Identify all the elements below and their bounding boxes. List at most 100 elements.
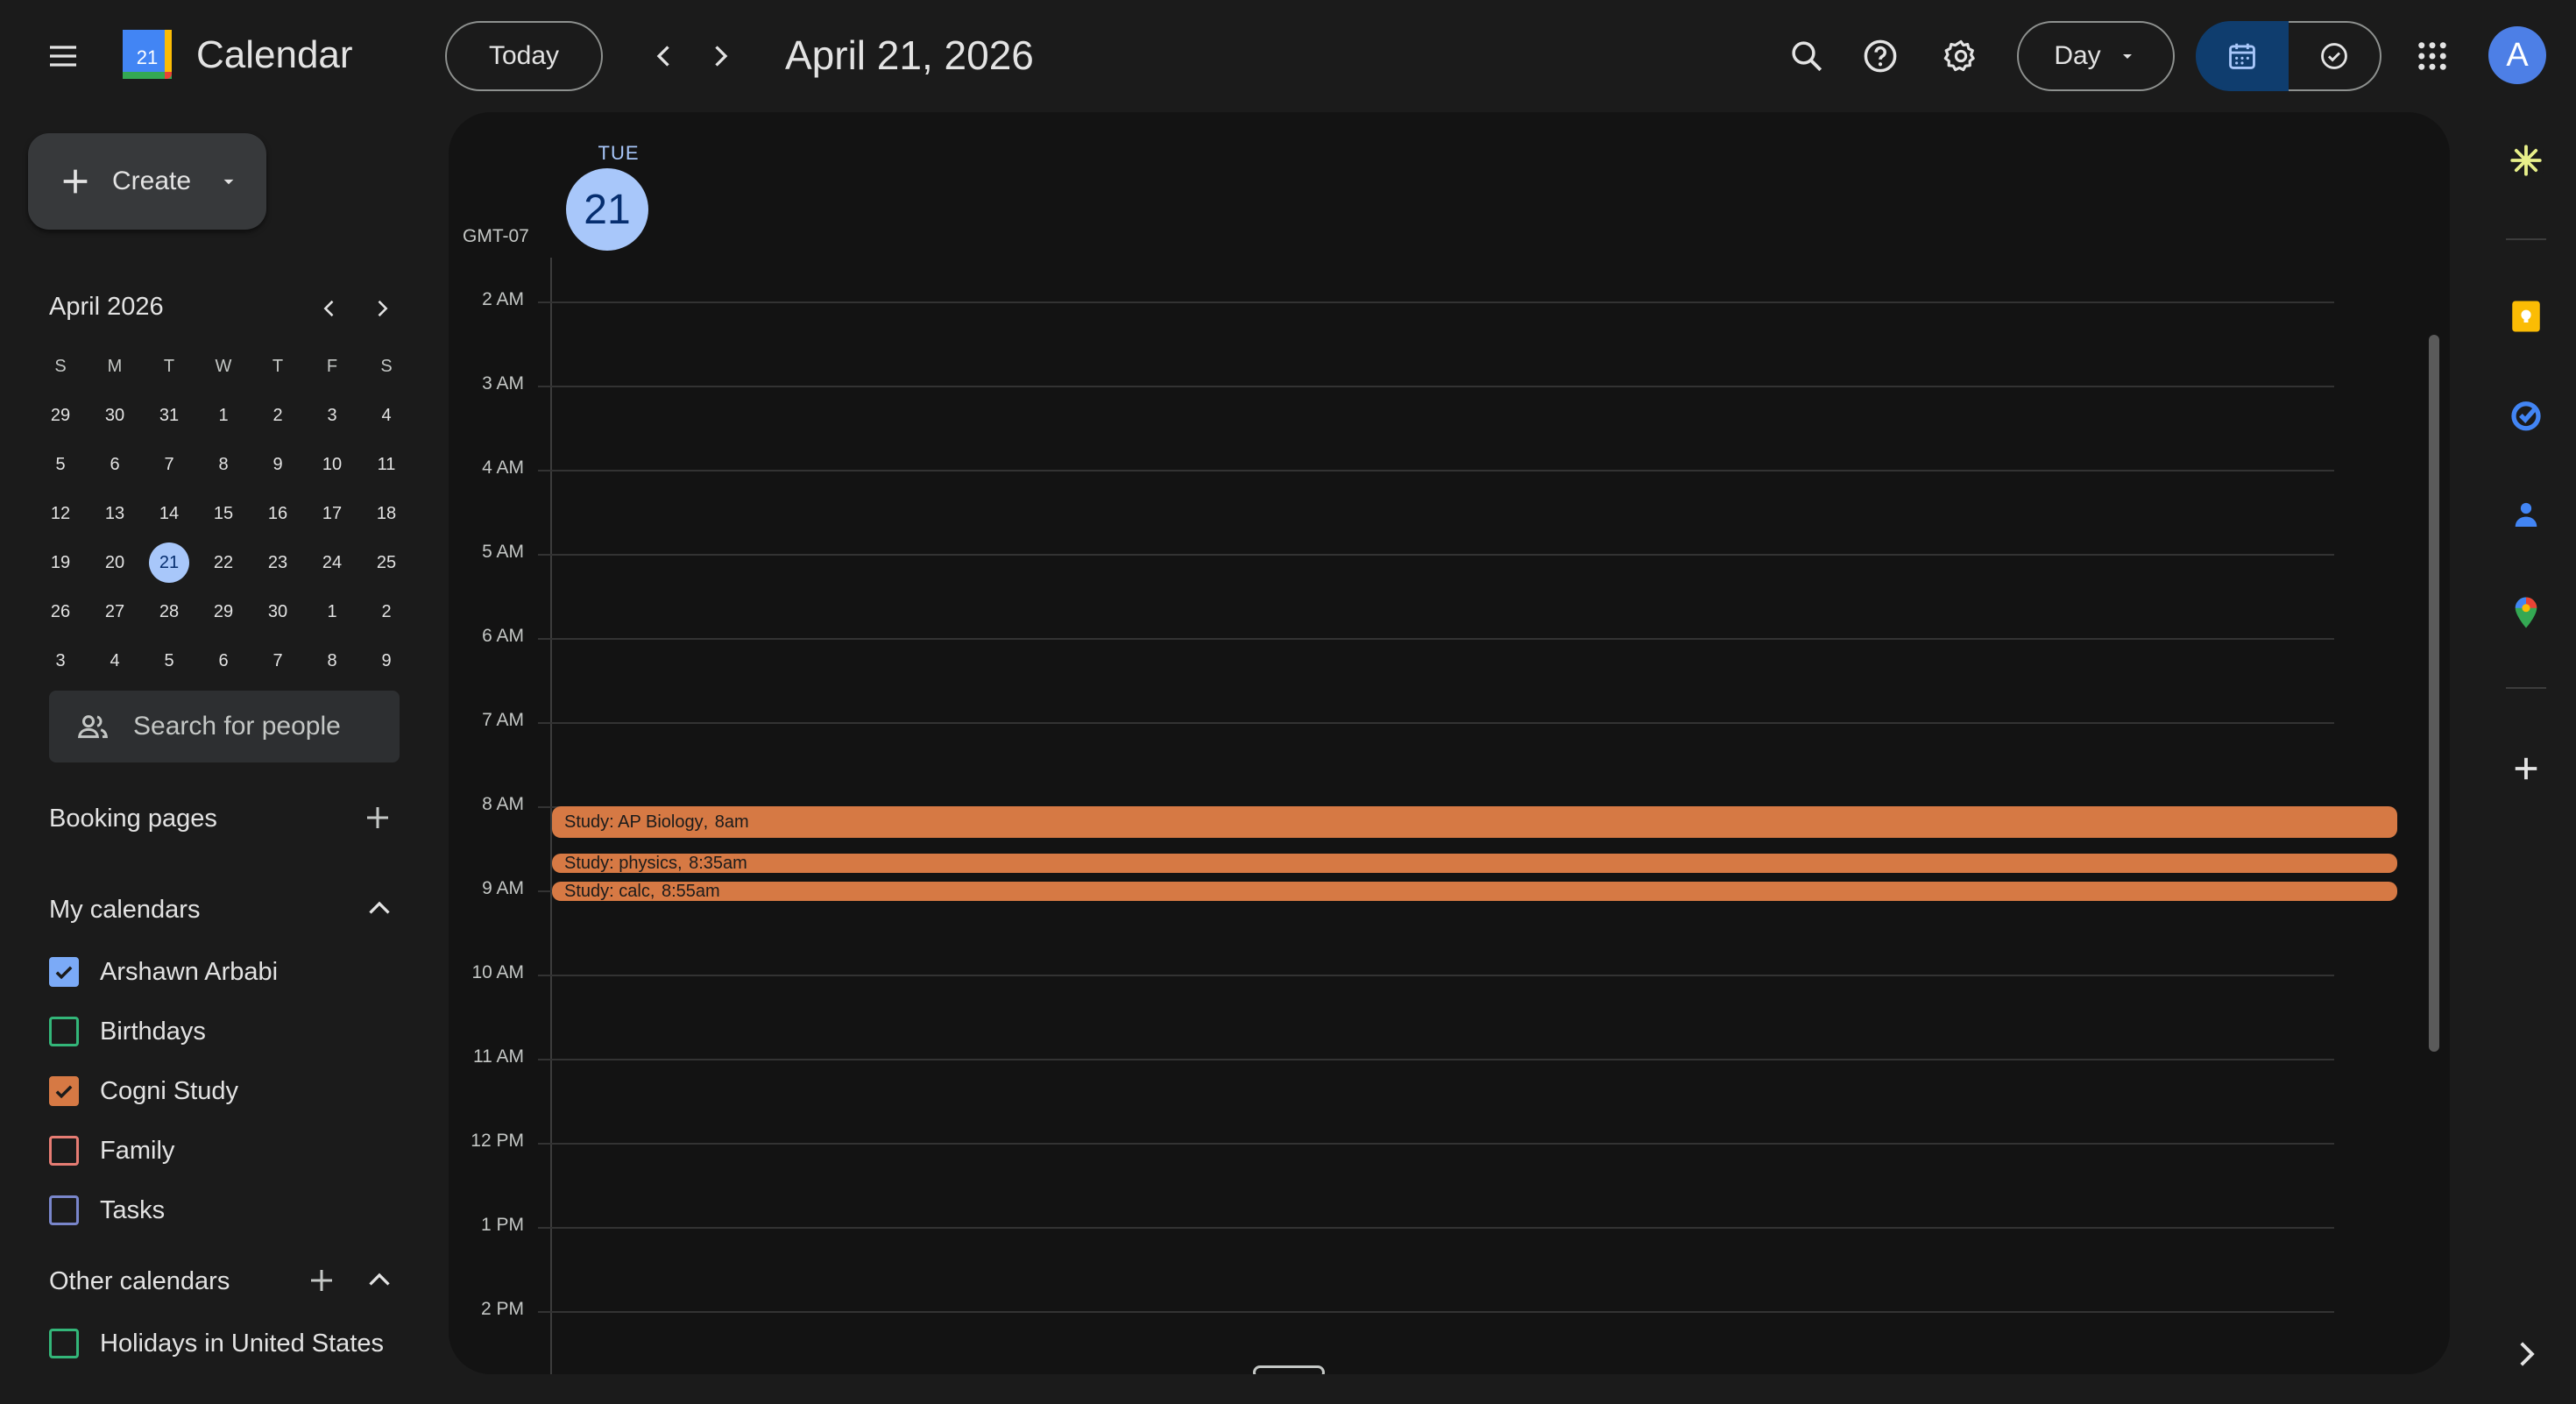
calendar-list-item[interactable]: Tasks xyxy=(49,1195,165,1225)
keep-notes-icon[interactable] xyxy=(2504,294,2548,338)
mini-calendar-day[interactable]: 12 xyxy=(33,489,88,538)
mini-calendar-weekday: T xyxy=(163,356,175,376)
mini-calendar-day[interactable]: 30 xyxy=(251,587,305,636)
mini-calendar-day[interactable]: 1 xyxy=(196,391,251,440)
mini-calendar-day[interactable]: 16 xyxy=(251,489,305,538)
search-people-field[interactable]: Search for people xyxy=(49,691,400,762)
mini-calendar-day[interactable]: 19 xyxy=(33,538,88,587)
mini-calendar-day[interactable]: 9 xyxy=(359,636,414,685)
google-apps-icon[interactable] xyxy=(2406,30,2459,82)
calendar-list-item[interactable]: Arshawn Arbabi xyxy=(49,957,278,987)
day-view-grid[interactable]: TUE 21 GMT-07 2 AM 3 AM 4 AM 5 AM 6 AM 7 AM 8 … xyxy=(449,112,2450,1374)
mini-calendar-day[interactable]: 3 xyxy=(305,391,359,440)
mini-calendar-day[interactable]: 6 xyxy=(88,440,142,489)
mini-calendar-day[interactable]: 5 xyxy=(142,636,196,685)
mini-calendar-day[interactable]: 10 xyxy=(305,440,359,489)
mini-calendar-day[interactable]: 27 xyxy=(88,587,142,636)
checkbox-unchecked-icon[interactable] xyxy=(49,1136,79,1166)
mini-calendar-day[interactable]: 29 xyxy=(33,391,88,440)
mini-calendar-day[interactable]: 2 xyxy=(251,391,305,440)
vertical-scrollbar[interactable] xyxy=(2429,335,2439,1052)
help-icon[interactable] xyxy=(1854,30,1907,82)
checkbox-unchecked-icon[interactable] xyxy=(49,1017,79,1046)
calendar-event[interactable]: Study: calc, 8:55am xyxy=(552,882,2397,901)
checkbox-unchecked-icon[interactable] xyxy=(49,1329,79,1358)
other-calendars-title[interactable]: Other calendars xyxy=(49,1267,230,1296)
mini-calendar-day-label: 8 xyxy=(218,454,229,474)
create-button[interactable]: Create xyxy=(28,133,266,230)
mini-calendar-day[interactable]: 6 xyxy=(196,636,251,685)
mini-calendar-day[interactable]: 22 xyxy=(196,538,251,587)
mini-calendar-day[interactable]: 1 xyxy=(305,587,359,636)
mini-calendar-day[interactable]: 31 xyxy=(142,391,196,440)
add-booking-page-icon[interactable] xyxy=(356,796,400,840)
view-selector-dropdown[interactable]: Day xyxy=(2017,21,2175,91)
mini-calendar-day[interactable]: 3 xyxy=(33,636,88,685)
mini-calendar-day[interactable]: 5 xyxy=(33,440,88,489)
calendar-list-item[interactable]: Holidays in United States xyxy=(49,1329,384,1358)
mini-calendar-day[interactable]: 24 xyxy=(305,538,359,587)
mini-calendar-month: April 2026 xyxy=(49,293,164,321)
contacts-icon[interactable] xyxy=(2504,493,2548,536)
calendar-list-item[interactable]: Family xyxy=(49,1136,174,1166)
previous-day-icon[interactable] xyxy=(638,30,690,82)
add-other-calendar-icon[interactable] xyxy=(300,1259,343,1302)
mini-calendar-day[interactable]: 30 xyxy=(88,391,142,440)
calendar-view-toggle[interactable] xyxy=(2196,21,2289,91)
mini-calendar-day[interactable]: 7 xyxy=(142,440,196,489)
maps-pin-icon[interactable] xyxy=(2504,591,2548,635)
day-number[interactable]: 21 xyxy=(566,168,648,251)
event-time: 8am xyxy=(714,812,749,832)
mini-calendar-day[interactable]: 11 xyxy=(359,440,414,489)
search-icon[interactable] xyxy=(1780,30,1833,82)
mini-calendar-day[interactable]: 28 xyxy=(142,587,196,636)
mini-calendar-day[interactable]: 26 xyxy=(33,587,88,636)
collapse-chevron-icon[interactable] xyxy=(357,1259,401,1302)
calendar-event[interactable]: Study: AP Biology, 8am xyxy=(552,806,2397,838)
tasks-view-toggle[interactable] xyxy=(2289,21,2381,91)
calendar-logo-icon[interactable]: 21 xyxy=(119,26,175,82)
mini-calendar-day[interactable]: 29 xyxy=(196,587,251,636)
mini-calendar-day[interactable]: 7 xyxy=(251,636,305,685)
mini-calendar-day[interactable]: 8 xyxy=(196,440,251,489)
checkbox-unchecked-icon[interactable] xyxy=(49,1195,79,1225)
mini-calendar-day-label: 21 xyxy=(149,542,189,583)
add-addon-icon[interactable] xyxy=(2504,747,2548,791)
mini-calendar-day[interactable]: 21 xyxy=(142,538,196,587)
mini-calendar-day[interactable]: 15 xyxy=(196,489,251,538)
my-calendars-title[interactable]: My calendars xyxy=(49,896,200,925)
settings-gear-icon[interactable] xyxy=(1935,30,1987,82)
mini-calendar-day[interactable]: 23 xyxy=(251,538,305,587)
mini-calendar-day[interactable]: 17 xyxy=(305,489,359,538)
today-button[interactable]: Today xyxy=(445,21,603,91)
checkbox-checked-icon[interactable] xyxy=(49,957,79,987)
calendar-event[interactable]: Study: physics, 8:35am xyxy=(552,854,2397,873)
sparkle-addon-icon[interactable] xyxy=(2504,138,2548,182)
hour-label: 2 PM xyxy=(480,1299,524,1319)
tasks-icon[interactable] xyxy=(2504,393,2548,436)
account-avatar[interactable]: A xyxy=(2488,26,2546,84)
calendar-list-item[interactable]: Cogni Study xyxy=(49,1076,238,1106)
next-day-icon[interactable] xyxy=(694,30,747,82)
calendar-list-item[interactable]: Birthdays xyxy=(49,1017,206,1046)
main-menu-icon[interactable] xyxy=(37,30,89,82)
mini-calendar-day[interactable]: 2 xyxy=(359,587,414,636)
mini-calendar-day-label: 17 xyxy=(322,503,343,523)
mini-calendar-prev-icon[interactable] xyxy=(310,289,349,328)
mini-calendar-day[interactable]: 14 xyxy=(142,489,196,538)
expand-side-panel-icon[interactable] xyxy=(2504,1332,2548,1376)
mini-calendar-next-icon[interactable] xyxy=(363,289,401,328)
collapse-chevron-icon[interactable] xyxy=(357,887,401,931)
mini-calendar-day[interactable]: 4 xyxy=(359,391,414,440)
mini-calendar-day[interactable]: 8 xyxy=(305,636,359,685)
mini-calendar-day[interactable]: 25 xyxy=(359,538,414,587)
mini-calendar-day-label: 20 xyxy=(104,552,125,572)
checkbox-checked-icon[interactable] xyxy=(49,1076,79,1106)
mini-calendar-day[interactable]: 9 xyxy=(251,440,305,489)
mini-calendar-day[interactable]: 20 xyxy=(88,538,142,587)
event-separator: , xyxy=(676,854,688,873)
resize-handle[interactable] xyxy=(1253,1365,1325,1374)
mini-calendar-day[interactable]: 13 xyxy=(88,489,142,538)
mini-calendar-day[interactable]: 4 xyxy=(88,636,142,685)
mini-calendar-day[interactable]: 18 xyxy=(359,489,414,538)
